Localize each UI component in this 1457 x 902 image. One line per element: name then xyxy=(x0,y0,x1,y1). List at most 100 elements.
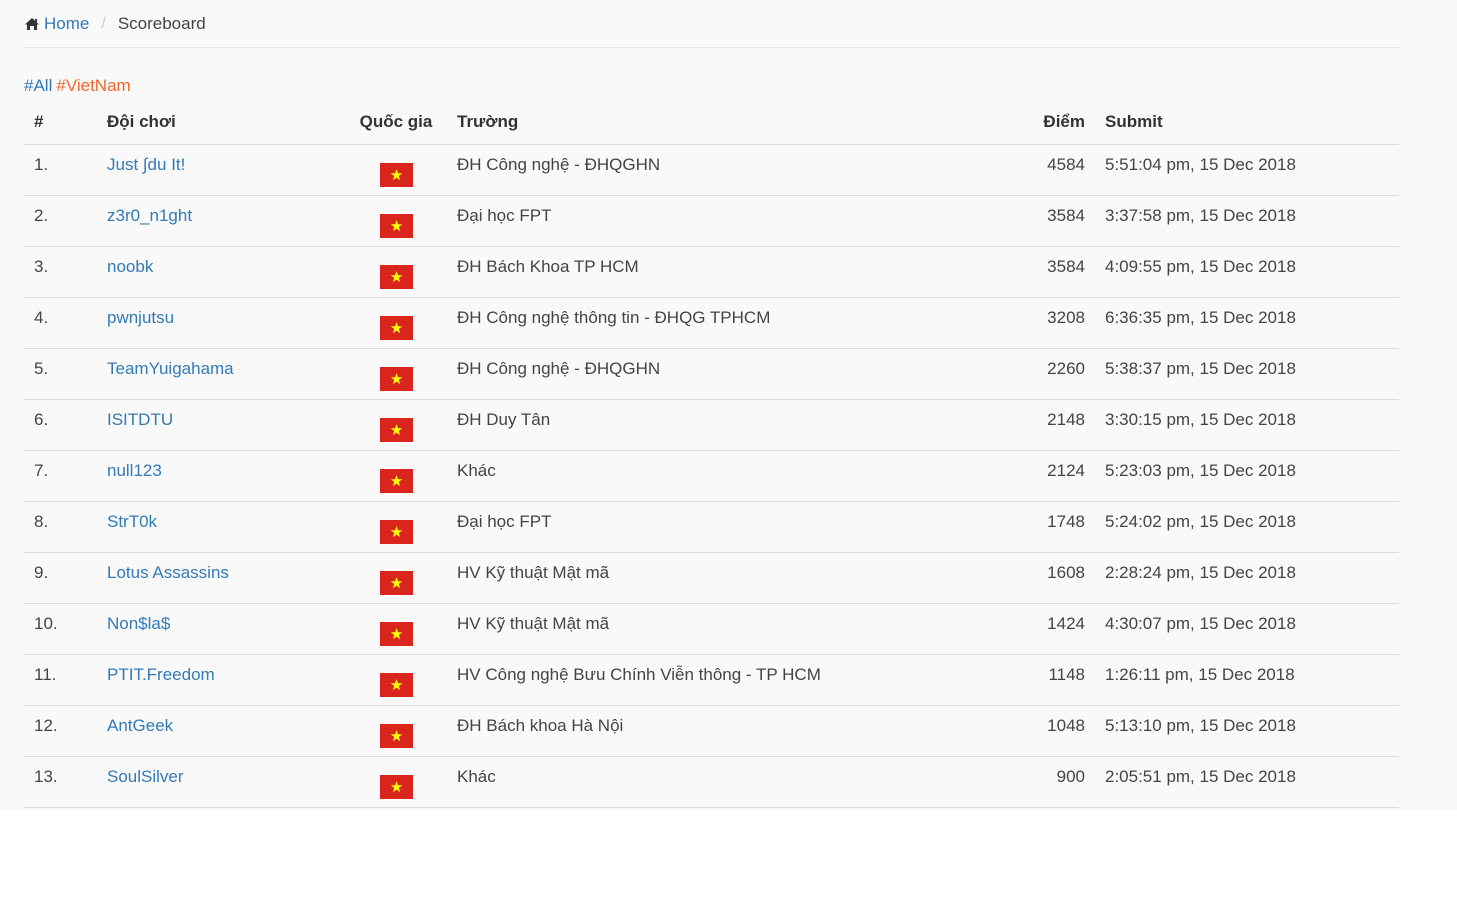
rank-cell: 13. xyxy=(24,756,107,808)
team-link[interactable]: Just ∫du It! xyxy=(107,155,185,174)
rank-cell: 5. xyxy=(24,348,107,400)
score-cell: 1748 xyxy=(1037,501,1085,553)
score-cell: 3208 xyxy=(1037,297,1085,349)
score-cell: 1424 xyxy=(1037,603,1085,655)
breadcrumb: Home / Scoreboard xyxy=(24,0,1399,48)
table-row: 10. Non$la$ HV Kỹ thuật Mật mã 1424 4:30… xyxy=(24,603,1399,655)
team-link[interactable]: Non$la$ xyxy=(107,614,170,633)
vietnam-flag-icon xyxy=(379,418,413,442)
score-value: 3584 xyxy=(1047,206,1085,225)
header-score: Điểm xyxy=(1037,100,1085,145)
country-cell xyxy=(339,501,453,553)
vietnam-flag-icon xyxy=(379,265,413,289)
rank-cell: 7. xyxy=(24,450,107,502)
filter-vietnam-link[interactable]: #VietNam xyxy=(56,76,130,95)
page-background: Home / Scoreboard #All #VietNam # Đội chơ… xyxy=(0,0,1457,810)
vietnam-flag-icon xyxy=(379,622,413,646)
rank-value: 3. xyxy=(34,257,49,276)
school-cell: Đại học FPT xyxy=(453,195,1037,247)
submit-cell: 1:26:11 pm, 15 Dec 2018 xyxy=(1085,654,1399,706)
rank-value: 11. xyxy=(34,665,57,684)
table-row: 1. Just ∫du It! ĐH Công nghệ - ĐHQGHN 45… xyxy=(24,144,1399,196)
submit-time: 5:23:03 pm, 15 Dec 2018 xyxy=(1105,461,1296,480)
submit-cell: 2:05:51 pm, 15 Dec 2018 xyxy=(1085,756,1399,808)
score-cell: 3584 xyxy=(1037,195,1085,247)
team-link[interactable]: SoulSilver xyxy=(107,767,184,786)
score-value: 2260 xyxy=(1047,359,1085,378)
vietnam-flag-icon xyxy=(379,520,413,544)
school-value: HV Công nghệ Bưu Chính Viễn thông - TP H… xyxy=(457,665,821,684)
team-link[interactable]: z3r0_n1ght xyxy=(107,206,192,225)
table-row: 2. z3r0_n1ght Đại học FPT 3584 3:37:58 p… xyxy=(24,195,1399,247)
team-cell: Non$la$ xyxy=(107,603,339,655)
score-value: 1608 xyxy=(1047,563,1085,582)
submit-time: 4:09:55 pm, 15 Dec 2018 xyxy=(1105,257,1296,276)
country-cell xyxy=(339,705,453,757)
country-cell xyxy=(339,450,453,502)
submit-time: 3:30:15 pm, 15 Dec 2018 xyxy=(1105,410,1296,429)
country-cell xyxy=(339,144,453,196)
team-cell: SoulSilver xyxy=(107,756,339,808)
school-cell: HV Kỹ thuật Mật mã xyxy=(453,603,1037,655)
score-cell: 1048 xyxy=(1037,705,1085,757)
team-link[interactable]: PTIT.Freedom xyxy=(107,665,215,684)
breadcrumb-separator: / xyxy=(101,14,106,32)
breadcrumb-current: Scoreboard xyxy=(117,13,206,33)
table-row: 6. ISITDTU ĐH Duy Tân 2148 3:30:15 pm, 1… xyxy=(24,399,1399,451)
school-cell: ĐH Duy Tân xyxy=(453,399,1037,451)
submit-time: 5:13:10 pm, 15 Dec 2018 xyxy=(1105,716,1296,735)
submit-cell: 3:37:58 pm, 15 Dec 2018 xyxy=(1085,195,1399,247)
school-cell: HV Kỹ thuật Mật mã xyxy=(453,552,1037,604)
table-row: 9. Lotus Assassins HV Kỹ thuật Mật mã 16… xyxy=(24,552,1399,604)
breadcrumb-home-link[interactable]: Home xyxy=(24,14,89,34)
rank-cell: 1. xyxy=(24,144,107,196)
school-value: Đại học FPT xyxy=(457,512,552,531)
header-school: Trường xyxy=(453,100,1037,145)
team-link[interactable]: Lotus Assassins xyxy=(107,563,229,582)
school-cell: Đại học FPT xyxy=(453,501,1037,553)
score-value: 900 xyxy=(1056,767,1085,786)
rank-value: 12. xyxy=(34,716,58,735)
table-header-row: # Đội chơi Quốc gia Trường Điểm Submit xyxy=(24,100,1399,145)
school-value: HV Kỹ thuật Mật mã xyxy=(457,563,610,582)
rank-value: 1. xyxy=(34,155,49,174)
team-link[interactable]: ISITDTU xyxy=(107,410,173,429)
table-row: 4. pwnjutsu ĐH Công nghệ thông tin - ĐHQ… xyxy=(24,297,1399,349)
team-link[interactable]: noobk xyxy=(107,257,153,276)
team-link[interactable]: StrT0k xyxy=(107,512,157,531)
scoreboard-table: # Đội chơi Quốc gia Trường Điểm Submit 1… xyxy=(24,100,1399,808)
rank-value: 10. xyxy=(34,614,58,633)
team-link[interactable]: AntGeek xyxy=(107,716,173,735)
country-cell xyxy=(339,654,453,706)
header-country: Quốc gia xyxy=(339,100,453,145)
school-cell: ĐH Bách khoa Hà Nội xyxy=(453,705,1037,757)
rank-cell: 12. xyxy=(24,705,107,757)
submit-time: 5:24:02 pm, 15 Dec 2018 xyxy=(1105,512,1296,531)
rank-value: 4. xyxy=(34,308,49,327)
score-value: 3584 xyxy=(1047,257,1085,276)
table-row: 11. PTIT.Freedom HV Công nghệ Bưu Chính … xyxy=(24,654,1399,706)
table-row: 3. noobk ĐH Bách Khoa TP HCM 3584 4:09:5… xyxy=(24,246,1399,298)
rank-value: 5. xyxy=(34,359,49,378)
rank-value: 7. xyxy=(34,461,49,480)
filter-all-link[interactable]: #All xyxy=(24,76,52,95)
rank-value: 13. xyxy=(34,767,58,786)
country-cell xyxy=(339,756,453,808)
filter-links: #All #VietNam xyxy=(24,76,131,96)
school-value: ĐH Công nghệ - ĐHQGHN xyxy=(457,155,661,174)
school-cell: ĐH Công nghệ thông tin - ĐHQG TPHCM xyxy=(453,297,1037,349)
school-value: ĐH Công nghệ thông tin - ĐHQG TPHCM xyxy=(457,308,771,327)
header-submit: Submit xyxy=(1085,100,1399,145)
team-link[interactable]: TeamYuigahama xyxy=(107,359,234,378)
rank-cell: 3. xyxy=(24,246,107,298)
vietnam-flag-icon xyxy=(379,214,413,238)
submit-cell: 5:23:03 pm, 15 Dec 2018 xyxy=(1085,450,1399,502)
rank-cell: 8. xyxy=(24,501,107,553)
school-cell: Khác xyxy=(453,450,1037,502)
team-link[interactable]: null123 xyxy=(107,461,162,480)
team-cell: Just ∫du It! xyxy=(107,144,339,196)
rank-cell: 11. xyxy=(24,654,107,706)
team-link[interactable]: pwnjutsu xyxy=(107,308,174,327)
table-row: 7. null123 Khác 2124 5:23:03 pm, 15 Dec … xyxy=(24,450,1399,502)
header-rank: # xyxy=(24,100,107,145)
